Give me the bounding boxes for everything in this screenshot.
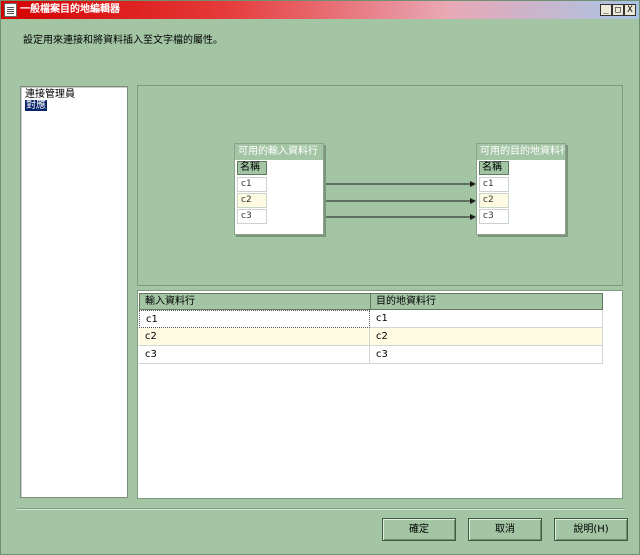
destination-name-header: 名稱	[479, 161, 509, 175]
grid-cell-input[interactable]: c2	[139, 328, 370, 346]
input-name-header: 名稱	[237, 161, 267, 175]
footer-separator	[17, 508, 625, 510]
grid-cell-destination[interactable]: c1	[370, 310, 603, 328]
input-column-c1[interactable]: c1	[237, 177, 267, 192]
mapping-diagram: 可用的輸入資料行 名稱 c1 c2 c3 可用的目的地資料行 名稱 c1 c2 …	[137, 85, 623, 286]
maximize-button[interactable]: □	[612, 4, 624, 16]
grid-cell-destination[interactable]: c2	[370, 328, 603, 346]
grid-cell-destination[interactable]: c3	[370, 346, 603, 364]
mapping-grid: 輸入資料行 目的地資料行 c1 c1 c2 c2 c3 c3	[137, 290, 623, 499]
destination-columns-title: 可用的目的地資料行	[477, 144, 565, 160]
destination-column-c3[interactable]: c3	[479, 209, 509, 224]
nav-item-connection-manager[interactable]: 連接管理員	[25, 89, 75, 100]
help-button[interactable]: 說明(H)	[554, 518, 628, 541]
document-icon	[4, 3, 17, 17]
page-description: 設定用來連接和將資料插入至文字檔的屬性。	[23, 35, 223, 46]
input-column-c2[interactable]: c2	[237, 193, 267, 208]
destination-column-c2[interactable]: c2	[479, 193, 509, 208]
minimize-button[interactable]: _	[600, 4, 612, 16]
input-column-c3[interactable]: c3	[237, 209, 267, 224]
window-title: 一般檔案目的地編輯器	[20, 4, 120, 15]
grid-header-destination[interactable]: 目的地資料行	[370, 293, 603, 310]
title-bar: 一般檔案目的地編輯器 _ □ X	[1, 1, 639, 19]
ok-button[interactable]: 確定	[382, 518, 456, 541]
dialog-window: 一般檔案目的地編輯器 _ □ X 設定用來連接和將資料插入至文字檔的屬性。 連接…	[0, 0, 640, 555]
cancel-button[interactable]: 取消	[468, 518, 542, 541]
input-columns-table: 可用的輸入資料行 名稱 c1 c2 c3	[234, 143, 324, 235]
close-button[interactable]: X	[624, 4, 636, 16]
navigation-list: 連接管理員 對應	[20, 86, 128, 498]
destination-columns-table: 可用的目的地資料行 名稱 c1 c2 c3	[476, 143, 566, 235]
grid-cell-input[interactable]: c3	[139, 346, 370, 364]
destination-column-c1[interactable]: c1	[479, 177, 509, 192]
grid-cell-input[interactable]: c1	[139, 310, 370, 328]
input-columns-title: 可用的輸入資料行	[235, 144, 323, 160]
grid-header-input[interactable]: 輸入資料行	[139, 293, 371, 310]
nav-item-mappings[interactable]: 對應	[25, 100, 47, 111]
